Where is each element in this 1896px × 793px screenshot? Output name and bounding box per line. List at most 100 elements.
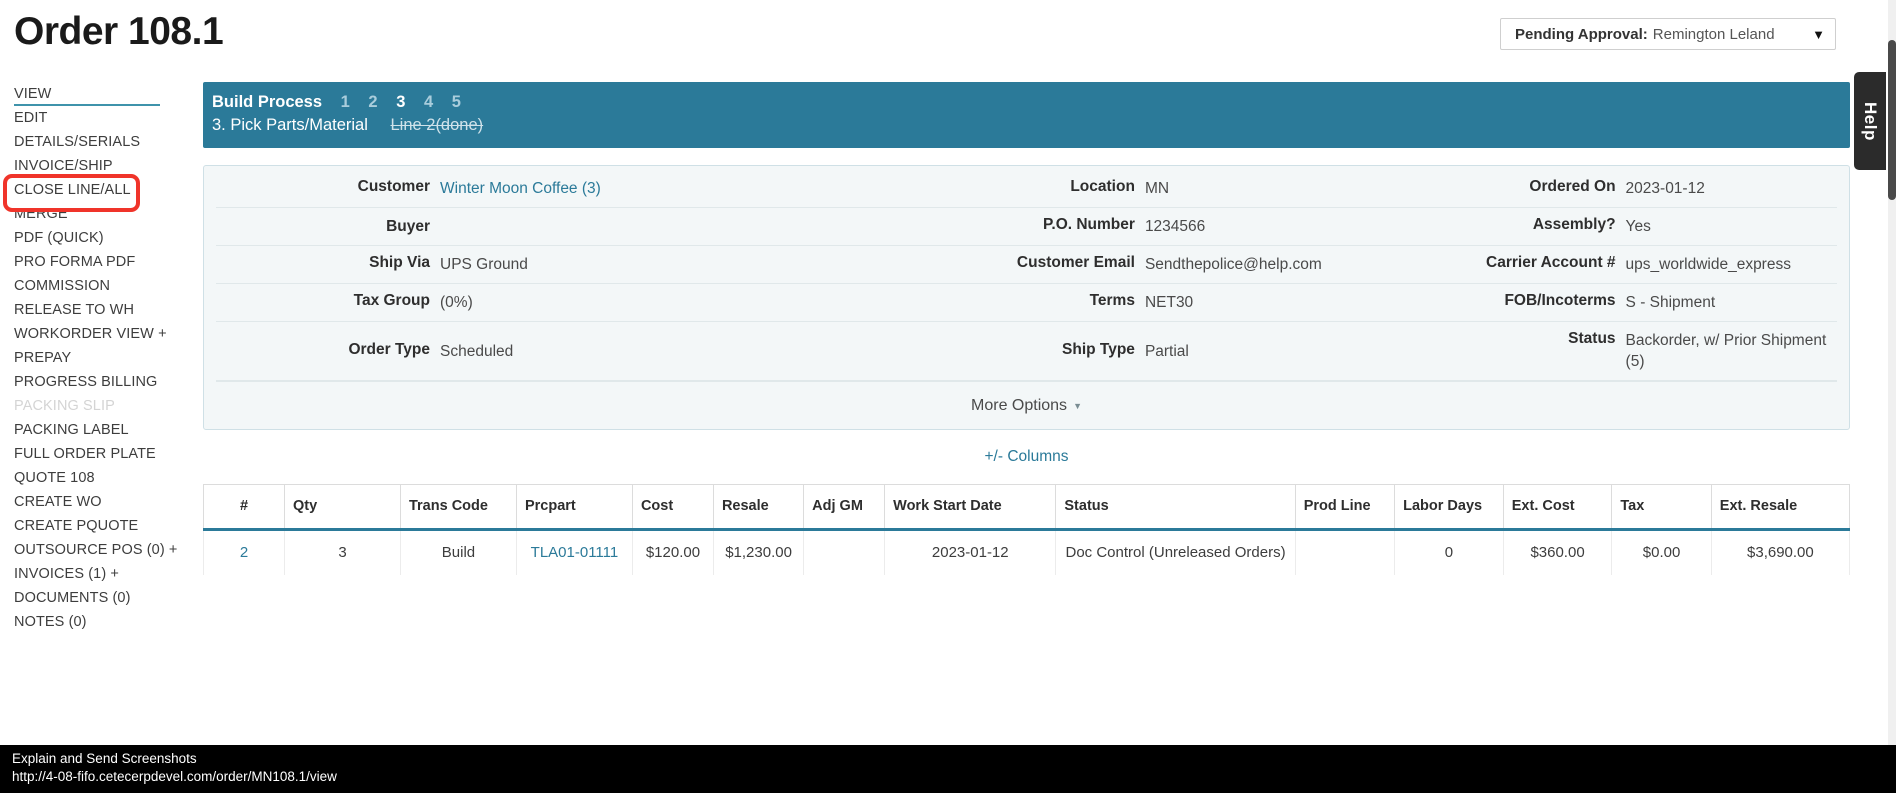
cell-tax: $0.00 — [1611, 529, 1712, 575]
sidebar-item-documents[interactable]: DOCUMENTS (0) — [14, 586, 172, 610]
detail-value-customer-email: Sendthepolice@help.com — [1144, 256, 1322, 273]
detail-label-location: Location — [1070, 178, 1135, 195]
sidebar-item-pdf-quick[interactable]: PDF (QUICK) — [14, 226, 172, 250]
chevron-down-icon: ▼ — [1073, 400, 1082, 411]
cell-adj-gm — [803, 529, 886, 575]
cell-prcpart[interactable]: TLA01-01111 — [515, 529, 633, 575]
build-step-1[interactable]: 1 — [341, 91, 350, 114]
more-options-label: More Options — [971, 396, 1068, 414]
sidebar-item-outsource-pos[interactable]: OUTSOURCE POS (0) + — [14, 538, 177, 562]
sidebar-item-create-pquote[interactable]: CREATE PQUOTE — [14, 514, 172, 538]
detail-field-buyer: Buyer — [216, 210, 845, 244]
cell-cost: $120.00 — [631, 529, 714, 575]
detail-label-ordered-on: Ordered On — [1529, 178, 1616, 195]
col-header-status[interactable]: Status — [1055, 484, 1296, 531]
sidebar-item-commission[interactable]: COMMISSION — [14, 274, 172, 298]
table-header-row: # Qty Trans Code Prcpart Cost Resale Adj… — [203, 484, 1851, 531]
detail-field-tax-group: Tax Group (0%) — [216, 284, 845, 321]
col-header-prod-line[interactable]: Prod Line — [1294, 484, 1396, 531]
detail-row: Customer Winter Moon Coffee (3) Location… — [216, 170, 1837, 208]
detail-row: Ship Via UPS Ground Customer Email Sendt… — [216, 246, 1837, 284]
sidebar-item-prepay[interactable]: PREPAY — [14, 346, 172, 370]
detail-field-fob-incoterms: FOB/Incoterms S - Shipment — [1356, 284, 1837, 321]
page-scrollbar-thumb[interactable] — [1888, 40, 1896, 200]
detail-row: Tax Group (0%) Terms NET30 FOB/Incoterms… — [216, 284, 1837, 322]
detail-field-ordered-on: Ordered On 2023-01-12 — [1356, 170, 1837, 207]
cell-work-start-date: 2023-01-12 — [884, 529, 1057, 575]
toggle-columns-label: +/- Columns — [984, 448, 1069, 465]
col-header-cost[interactable]: Cost — [631, 484, 714, 531]
sidebar-item-progress-billing[interactable]: PROGRESS BILLING — [14, 370, 172, 394]
sidebar-item-full-order-plate[interactable]: FULL ORDER PLATE — [14, 442, 172, 466]
sidebar-item-close-line-all[interactable]: CLOSE LINE/ALL — [14, 178, 172, 202]
detail-value-po-number: 1234566 — [1144, 218, 1206, 235]
page-scrollbar[interactable] — [1888, 0, 1896, 793]
sidebar-item-workorder-view[interactable]: WORKORDER VIEW + — [14, 322, 172, 346]
sidebar-item-view[interactable]: VIEW — [14, 82, 160, 106]
sidebar-item-invoice-ship[interactable]: INVOICE/SHIP — [14, 154, 172, 178]
sidebar-item-create-wo[interactable]: CREATE WO — [14, 490, 172, 514]
order-lines-table: # Qty Trans Code Prcpart Cost Resale Adj… — [203, 484, 1851, 575]
detail-value-customer[interactable]: Winter Moon Coffee (3) — [440, 178, 845, 199]
pending-approval-value: Remington Leland — [1652, 25, 1775, 43]
detail-field-customer-email: Customer Email Sendthepolice@help.com — [845, 246, 1356, 283]
main-content: Build Process 1 2 3 4 5 3. Pick Parts/Ma… — [203, 82, 1851, 575]
sidebar-item-release-to-wh[interactable]: RELEASE TO WH — [14, 298, 172, 322]
detail-label-ship-type: Ship Type — [1062, 340, 1135, 358]
sidebar-item-pro-forma-pdf[interactable]: PRO FORMA PDF — [14, 250, 172, 274]
cell-line-number[interactable]: 2 — [203, 529, 285, 575]
pending-approval-dropdown[interactable]: Pending Approval: Remington Leland ▼ — [1500, 18, 1836, 50]
sidebar-item-invoices[interactable]: INVOICES (1) + — [14, 562, 172, 586]
cell-trans-code: Build — [399, 529, 517, 575]
status-bar-title: Explain and Send Screenshots — [12, 751, 197, 766]
col-header-ext-cost[interactable]: Ext. Cost — [1502, 484, 1613, 531]
col-header-work-start-date[interactable]: Work Start Date — [884, 484, 1057, 531]
col-header-adj-gm[interactable]: Adj GM — [803, 484, 886, 531]
detail-label-order-type: Order Type — [348, 340, 430, 358]
col-header-number[interactable]: # — [203, 484, 285, 531]
col-header-resale[interactable]: Resale — [712, 484, 805, 531]
chevron-down-icon: ▼ — [1812, 26, 1825, 42]
toggle-columns-link[interactable]: +/- Columns — [203, 448, 1850, 470]
detail-value-fob-incoterms: S - Shipment — [1625, 294, 1716, 311]
build-step-2[interactable]: 2 — [368, 91, 377, 114]
sidebar-item-packing-slip: PACKING SLIP — [14, 398, 115, 414]
detail-row: Order Type Scheduled Ship Type Partial S… — [216, 322, 1837, 381]
col-header-ext-resale[interactable]: Ext. Resale — [1710, 484, 1851, 531]
detail-value-carrier-account: ups_worldwide_express — [1625, 256, 1791, 273]
build-process-line-done[interactable]: Line 2(done) — [390, 116, 483, 134]
detail-label-customer: Customer — [357, 178, 430, 195]
more-options-toggle[interactable]: More Options ▼ — [216, 381, 1837, 429]
help-tab-button[interactable]: Help — [1854, 72, 1886, 170]
sidebar-item-notes[interactable]: NOTES (0) — [14, 610, 172, 634]
detail-label-assembly: Assembly? — [1532, 216, 1616, 233]
col-header-labor-days[interactable]: Labor Days — [1394, 484, 1504, 531]
detail-field-status: Status Backorder, w/ Prior Shipment (5) — [1356, 322, 1837, 380]
cell-resale: $1,230.00 — [712, 529, 805, 575]
detail-field-assembly: Assembly? Yes — [1356, 208, 1837, 245]
build-step-5[interactable]: 5 — [452, 91, 461, 114]
status-bar-url: http://4-08-fifo.cetecerpdevel.com/order… — [12, 769, 337, 784]
detail-field-carrier-account: Carrier Account # ups_worldwide_express — [1356, 246, 1837, 283]
table-row: 2 3 Build TLA01-01111 $120.00 $1,230.00 … — [203, 529, 1851, 575]
build-step-3[interactable]: 3 — [396, 91, 405, 114]
sidebar-item-merge[interactable]: MERGE — [14, 202, 172, 226]
detail-value-assembly: Yes — [1625, 218, 1651, 235]
sidebar-item-quote-108[interactable]: QUOTE 108 — [14, 466, 172, 490]
sidebar-item-edit[interactable]: EDIT — [14, 106, 172, 130]
sidebar-nav: VIEW EDIT DETAILS/SERIALS INVOICE/SHIP C… — [14, 82, 177, 634]
col-header-tax[interactable]: Tax — [1611, 484, 1712, 531]
col-header-trans-code[interactable]: Trans Code — [399, 484, 517, 531]
detail-label-fob-incoterms: FOB/Incoterms — [1504, 292, 1616, 309]
col-header-qty[interactable]: Qty — [284, 484, 401, 531]
help-tab-label: Help — [1861, 101, 1880, 141]
sidebar-item-details-serials[interactable]: DETAILS/SERIALS — [14, 130, 172, 154]
detail-row: Buyer P.O. Number 1234566 Assembly? Yes — [216, 208, 1837, 246]
build-step-4[interactable]: 4 — [424, 91, 433, 114]
cell-labor-days: 0 — [1394, 529, 1504, 575]
sidebar-item-packing-label[interactable]: PACKING LABEL — [14, 418, 172, 442]
detail-label-status: Status — [1568, 330, 1616, 347]
detail-label-po-number: P.O. Number — [1043, 216, 1135, 233]
cell-ext-cost: $360.00 — [1502, 529, 1613, 575]
col-header-prcpart[interactable]: Prcpart — [515, 484, 633, 531]
